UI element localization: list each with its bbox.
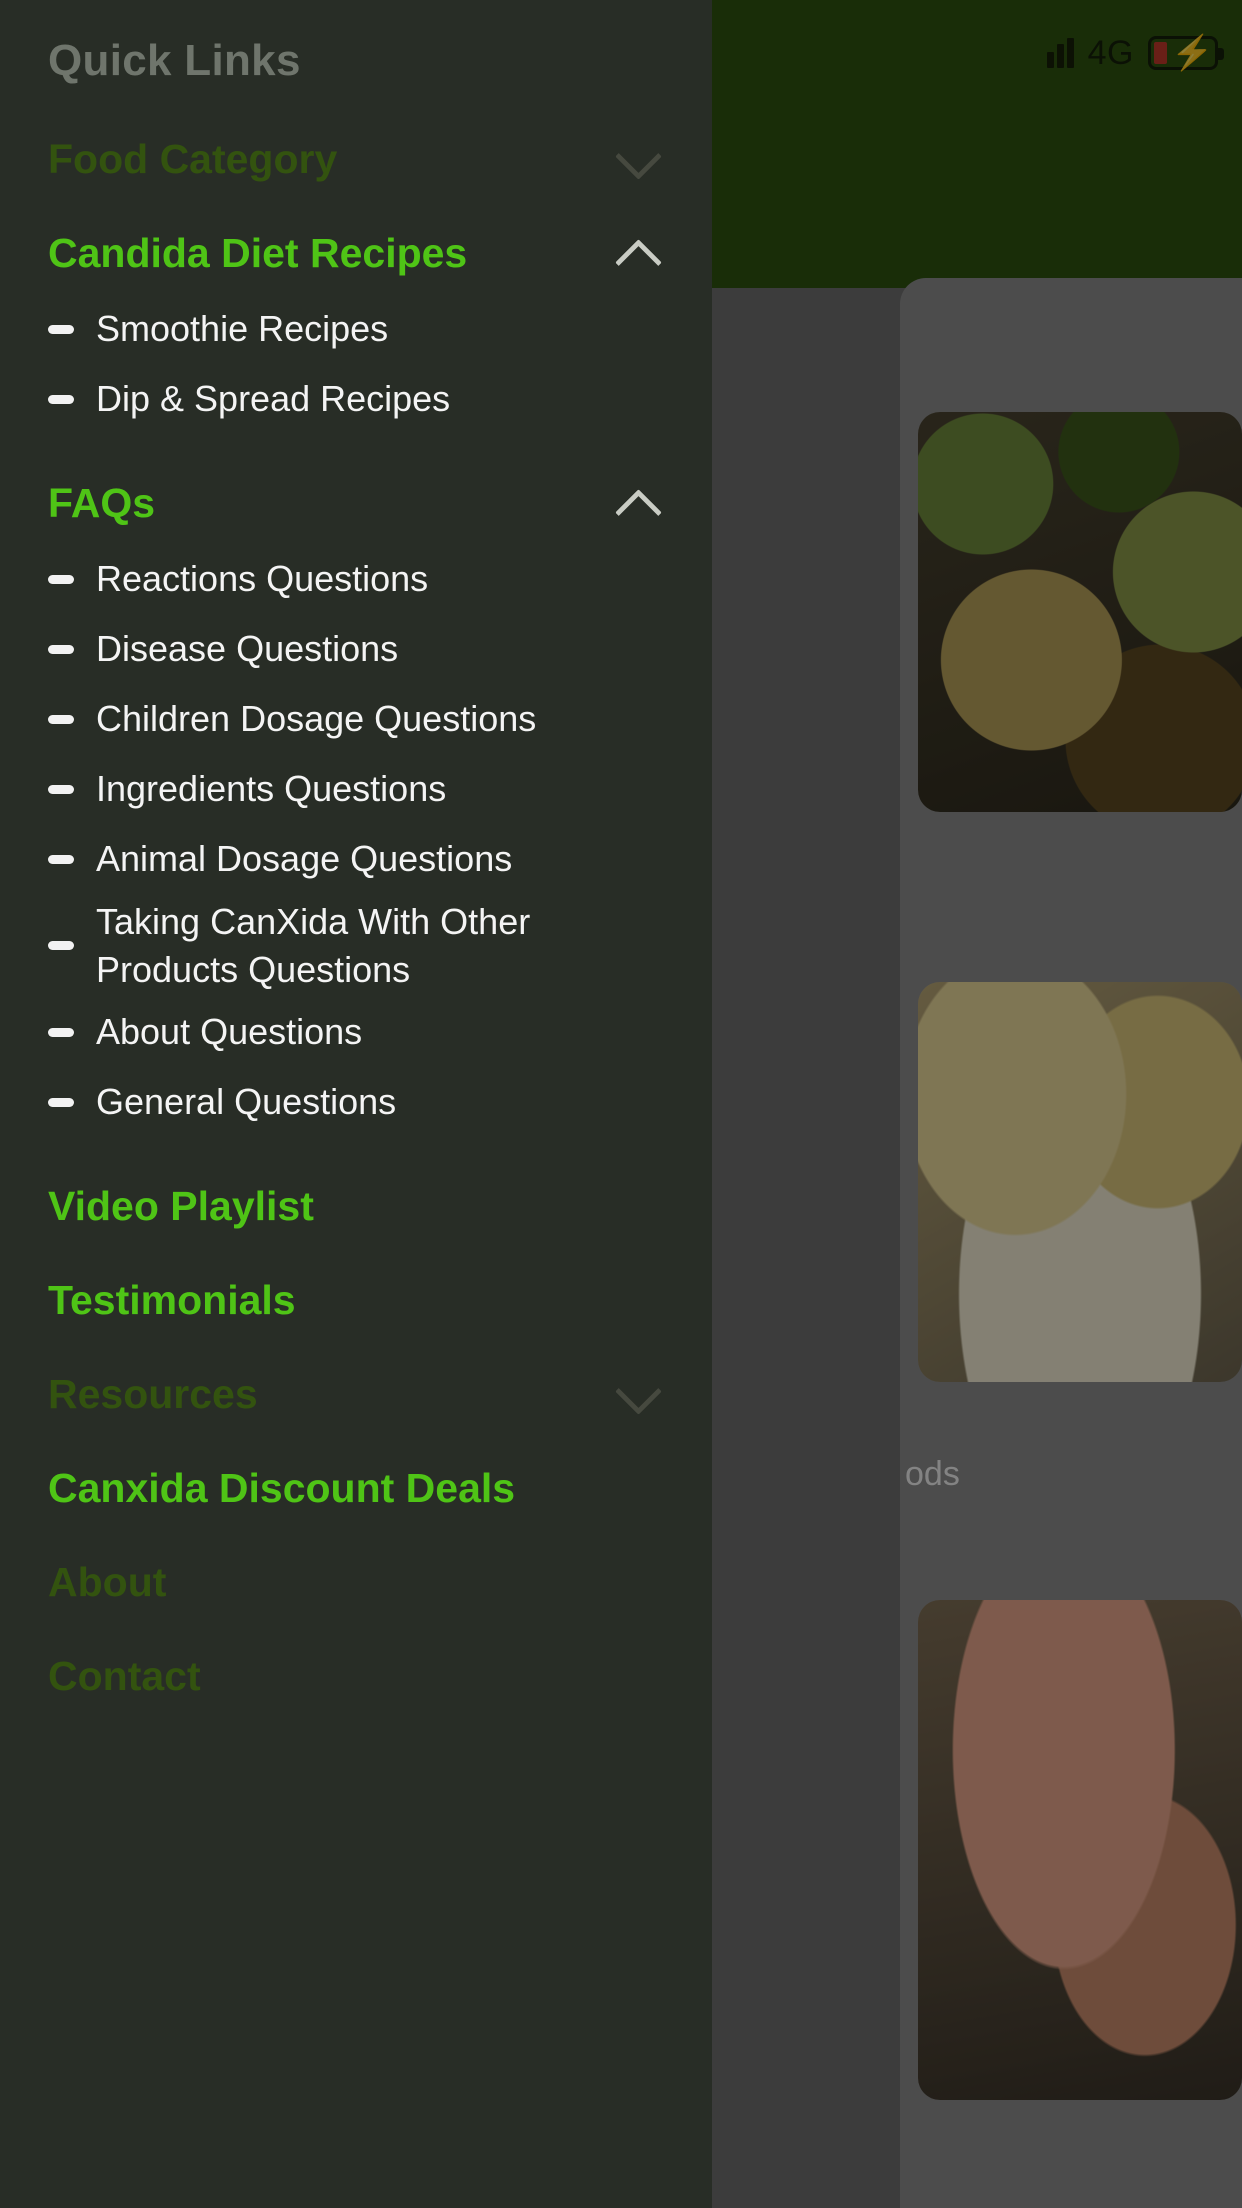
nav-group-candida-diet-recipes: Candida Diet Recipes Smoothie Recipes Di… xyxy=(48,214,664,434)
nav-item-label: About xyxy=(48,1559,167,1606)
dash-bullet-icon xyxy=(48,1097,74,1107)
sub-item-disease-questions[interactable]: Disease Questions xyxy=(48,614,664,684)
nav-item-resources[interactable]: Resources xyxy=(48,1355,664,1435)
nav-group-video-playlist: Video Playlist xyxy=(48,1167,664,1247)
sub-item-label: Smoothie Recipes xyxy=(96,308,389,350)
chevron-down-icon[interactable] xyxy=(614,1371,662,1419)
nav-item-label: Contact xyxy=(48,1653,201,1700)
quick-links-drawer: Quick Links Food Category Candida Diet R… xyxy=(0,0,712,2208)
dash-bullet-icon xyxy=(48,644,74,654)
nav-group-resources: Resources xyxy=(48,1355,664,1435)
sub-item-label: General Questions xyxy=(96,1081,397,1123)
nav-item-candida-diet-recipes[interactable]: Candida Diet Recipes xyxy=(48,214,664,294)
sub-list-faqs: Reactions Questions Disease Questions Ch… xyxy=(48,544,664,1137)
drawer-title: Quick Links xyxy=(48,36,301,85)
sub-item-about-questions[interactable]: About Questions xyxy=(48,997,664,1067)
sub-item-ingredients-questions[interactable]: Ingredients Questions xyxy=(48,754,664,824)
chevron-up-icon[interactable] xyxy=(614,230,662,278)
dash-bullet-icon xyxy=(48,854,74,864)
chevron-down-icon[interactable] xyxy=(614,136,662,184)
nav-item-about[interactable]: About xyxy=(48,1543,664,1623)
sub-item-smoothie-recipes[interactable]: Smoothie Recipes xyxy=(48,294,664,364)
sub-item-label: Ingredients Questions xyxy=(96,768,447,810)
nav-item-food-category[interactable]: Food Category xyxy=(48,120,664,200)
nav-group-about: About xyxy=(48,1543,664,1623)
dash-bullet-icon xyxy=(48,574,74,584)
nav-group-food-category: Food Category xyxy=(48,120,664,200)
nav-item-label: Food Category xyxy=(48,136,338,183)
nav-item-canxida-discount-deals[interactable]: Canxida Discount Deals xyxy=(48,1449,664,1529)
nav-item-testimonials[interactable]: Testimonials xyxy=(48,1261,664,1341)
sub-item-general-questions[interactable]: General Questions xyxy=(48,1067,664,1137)
nav-item-label: Resources xyxy=(48,1371,258,1418)
dash-bullet-icon xyxy=(48,714,74,724)
nav-item-label: Candida Diet Recipes xyxy=(48,230,468,277)
sub-item-label: Disease Questions xyxy=(96,628,399,670)
sub-item-label: Taking CanXida With Other Products Quest… xyxy=(96,901,531,990)
sub-item-label: About Questions xyxy=(96,1011,363,1053)
mobile-screen: 4G ⚡ ods Quick Links Food Category Candi… xyxy=(0,0,1242,2208)
nav-group-canxida-discount-deals: Canxida Discount Deals xyxy=(48,1449,664,1529)
nav-item-contact[interactable]: Contact xyxy=(48,1637,664,1717)
sub-item-animal-dosage-questions[interactable]: Animal Dosage Questions xyxy=(48,824,664,894)
sub-item-taking-canxida-with-other-products-questions[interactable]: Taking CanXida With Other Products Quest… xyxy=(48,894,664,997)
sub-item-label: Dip & Spread Recipes xyxy=(96,378,451,420)
nav-item-label: FAQs xyxy=(48,480,156,527)
nav-group-contact: Contact xyxy=(48,1637,664,1717)
quick-links-list: Food Category Candida Diet Recipes Smoot… xyxy=(48,120,664,1717)
nav-item-label: Testimonials xyxy=(48,1277,296,1324)
sub-item-label: Reactions Questions xyxy=(96,558,429,600)
sub-item-reactions-questions[interactable]: Reactions Questions xyxy=(48,544,664,614)
sub-item-label: Animal Dosage Questions xyxy=(96,838,513,880)
dash-bullet-icon xyxy=(48,324,74,334)
nav-item-label: Video Playlist xyxy=(48,1183,314,1230)
sub-item-dip-spread-recipes[interactable]: Dip & Spread Recipes xyxy=(48,364,664,434)
sub-item-children-dosage-questions[interactable]: Children Dosage Questions xyxy=(48,684,664,754)
dash-bullet-icon xyxy=(48,941,74,951)
nav-group-testimonials: Testimonials xyxy=(48,1261,664,1341)
chevron-up-icon[interactable] xyxy=(614,480,662,528)
dash-bullet-icon xyxy=(48,394,74,404)
sub-list-candida-diet-recipes: Smoothie Recipes Dip & Spread Recipes xyxy=(48,294,664,434)
nav-group-faqs: FAQs Reactions Questions Disease Questio… xyxy=(48,464,664,1137)
sub-item-label: Children Dosage Questions xyxy=(96,698,537,740)
nav-item-label: Canxida Discount Deals xyxy=(48,1465,516,1512)
dash-bullet-icon xyxy=(48,784,74,794)
nav-item-faqs[interactable]: FAQs xyxy=(48,464,664,544)
dash-bullet-icon xyxy=(48,1027,74,1037)
nav-item-video-playlist[interactable]: Video Playlist xyxy=(48,1167,664,1247)
